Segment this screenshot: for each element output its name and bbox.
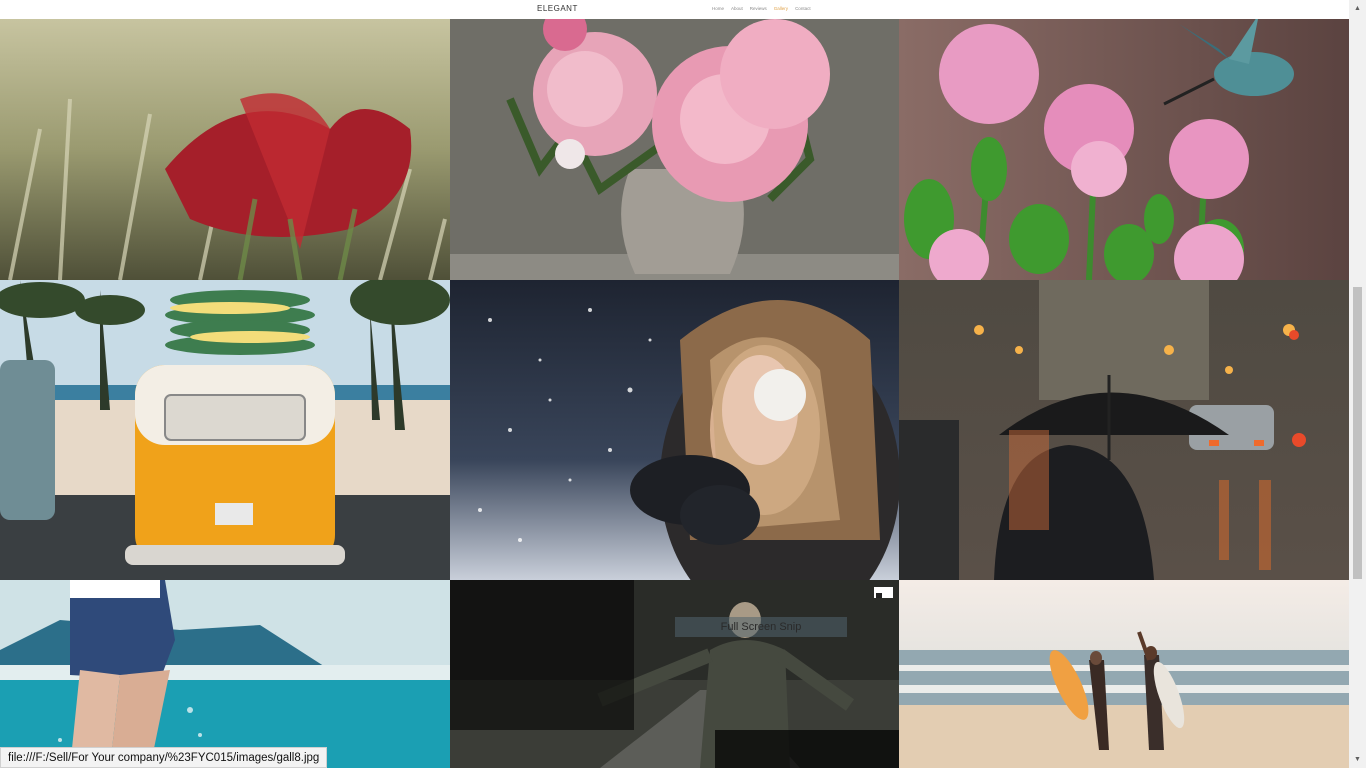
gallery-image-snow-woman[interactable]: [450, 280, 899, 580]
page-scrollbar[interactable]: ▲ ▼: [1349, 0, 1366, 768]
page: ELEGANT Home About Reviews Gallery Conta…: [0, 0, 1366, 768]
snip-dim-region: [450, 580, 634, 730]
gallery-image-surfers[interactable]: [899, 580, 1349, 768]
gallery-image-camper-van[interactable]: [0, 280, 450, 580]
status-bar-url: file:///F:/Sell/For Your company/%23FYC0…: [0, 747, 328, 768]
nav-reviews[interactable]: Reviews: [750, 6, 767, 11]
nav-home[interactable]: Home: [712, 6, 724, 11]
photo-gallery: [0, 19, 1349, 768]
site-header: ELEGANT Home About Reviews Gallery Conta…: [0, 0, 1349, 19]
gallery-image-leaf[interactable]: [0, 19, 450, 280]
site-logo[interactable]: ELEGANT: [537, 4, 578, 13]
scroll-up-icon[interactable]: ▲: [1349, 0, 1366, 17]
hummingbird-photo: [899, 19, 1349, 280]
surfers-photo: [899, 580, 1349, 768]
gallery-image-hummingbird[interactable]: [899, 19, 1349, 280]
sea-legs-photo: [0, 580, 450, 768]
camper-van-photo: [0, 280, 450, 580]
gallery-image-sea-legs[interactable]: [0, 580, 450, 768]
full-screen-snip-label[interactable]: Full Screen Snip: [675, 617, 847, 637]
main-nav: Home About Reviews Gallery Contact: [712, 6, 811, 11]
nav-gallery[interactable]: Gallery: [774, 6, 788, 11]
nav-contact[interactable]: Contact: [795, 6, 811, 11]
leaf-photo: [0, 19, 450, 280]
snip-dim-region-bottom: [715, 730, 899, 768]
gallery-image-rainy-street[interactable]: [899, 280, 1349, 580]
nav-about[interactable]: About: [731, 6, 743, 11]
rainy-street-photo: [899, 280, 1349, 580]
gallery-image-peonies[interactable]: [450, 19, 899, 280]
scroll-down-icon[interactable]: ▼: [1349, 751, 1366, 768]
full-screen-snip-icon[interactable]: [874, 587, 893, 598]
scroll-thumb[interactable]: [1353, 287, 1362, 579]
peonies-photo: [450, 19, 899, 280]
snow-woman-photo: [450, 280, 899, 580]
